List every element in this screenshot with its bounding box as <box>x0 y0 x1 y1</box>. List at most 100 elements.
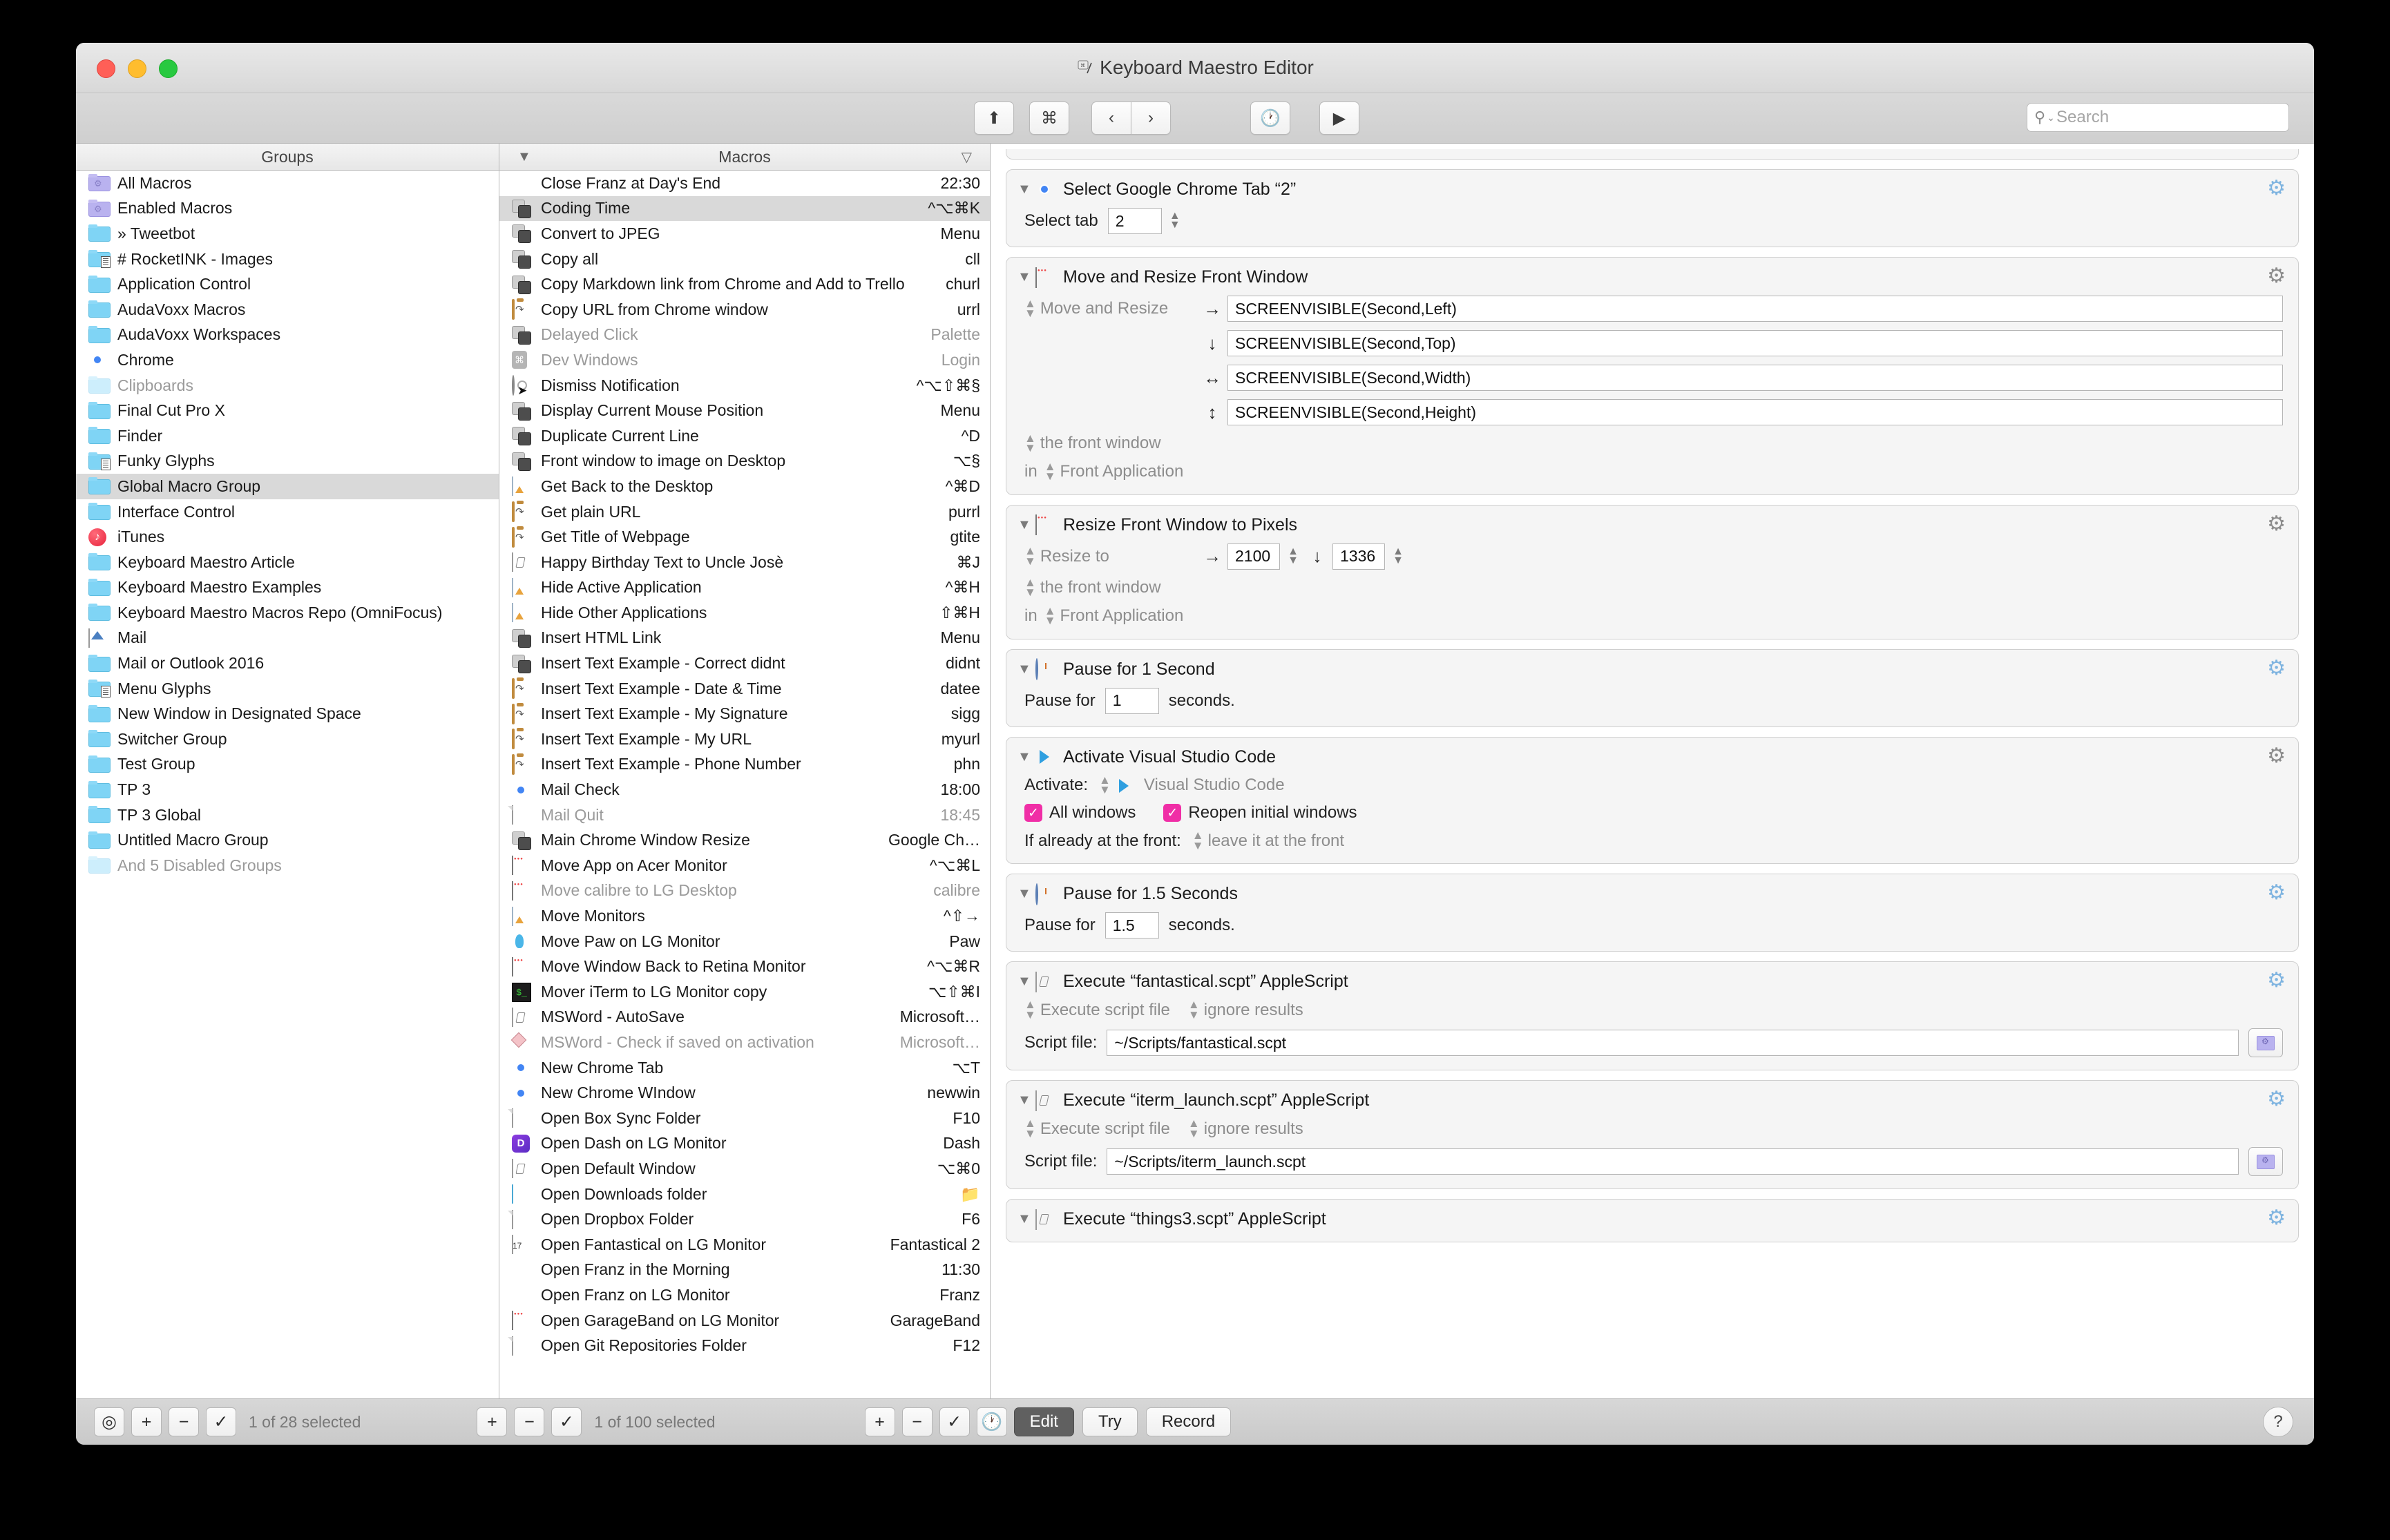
macro-list-item[interactable]: MSWord - Check if saved on activation Mic… <box>499 1030 990 1055</box>
toggle-group-button[interactable]: ✓ <box>206 1407 236 1436</box>
macro-list-item[interactable]: Move Monitors ^⇧→ <box>499 903 990 929</box>
back-icon[interactable]: ‹ <box>1091 102 1131 135</box>
macro-list-item[interactable]: Insert Text Example - My Signature sigg <box>499 701 990 726</box>
action-block[interactable]: ⚙ ▼ Execute “fantastical.scpt” AppleScript… <box>1006 961 2299 1071</box>
disclosure-triangle-icon[interactable]: ▼ <box>1017 886 1035 902</box>
groups-list[interactable]: ⚙ All Macros ⚙ Enabled Macros » Tweetbot # Ro… <box>76 171 499 1398</box>
filter-icon[interactable]: ▽ <box>962 148 972 166</box>
script-file-input[interactable]: ~/Scripts/iterm_launch.scpt <box>1107 1148 2239 1175</box>
resize-height-stepper[interactable]: ▲ ▼ <box>1389 543 1407 570</box>
macro-list-item[interactable]: Mail Check 18:00 <box>499 777 990 802</box>
sidebar-item-rocketink-images[interactable]: # RocketINK - Images <box>76 247 499 272</box>
macro-list-item[interactable]: ●●● Move Window Back to Retina Monitor ^⌥⌘… <box>499 954 990 979</box>
sidebar-item-itunes[interactable]: ♪ iTunes <box>76 524 499 550</box>
folder-browse-icon[interactable] <box>2248 1147 2283 1176</box>
select-tab-input[interactable]: 2 <box>1107 208 1162 234</box>
folder-browse-icon[interactable] <box>2248 1028 2283 1058</box>
if-front-popup[interactable]: ▲ ▼ leave it at the front <box>1192 829 1344 851</box>
width-input[interactable]: SCREENVISIBLE(Second,Width) <box>1227 365 2283 391</box>
try-button[interactable]: Try <box>1082 1407 1138 1436</box>
macro-list-item[interactable]: Main Chrome Window Resize Google Ch… <box>499 827 990 853</box>
macro-list-item[interactable]: Insert Text Example - Correct didnt didnt <box>499 651 990 676</box>
sidebar-item-keyboard-maestro-examples[interactable]: Keyboard Maestro Examples <box>76 575 499 601</box>
target-app-popup[interactable]: ▲ ▼ Front Application <box>1044 605 1184 626</box>
sidebar-item-application-control[interactable]: Application Control <box>76 271 499 297</box>
add-group-button[interactable]: + <box>131 1407 162 1436</box>
gear-icon[interactable]: ⚙ <box>2267 1089 2286 1110</box>
macro-list-item[interactable]: Copy all cll <box>499 247 990 272</box>
resize-popup[interactable]: ▲ ▼ Resize to <box>1024 545 1197 566</box>
disclosure-triangle-icon[interactable]: ▼ <box>1017 517 1035 533</box>
top-input[interactable]: SCREENVISIBLE(Second,Top) <box>1227 330 2283 356</box>
toggle-action-button[interactable]: ✓ <box>939 1407 970 1436</box>
sidebar-item-and-5-disabled-groups[interactable]: And 5 Disabled Groups <box>76 853 499 878</box>
macro-list-item[interactable]: Happy Birthday Text to Uncle Josè ⌘J <box>499 550 990 575</box>
pause-input[interactable]: 1 <box>1105 687 1159 714</box>
sidebar-item-global-macro-group[interactable]: Global Macro Group <box>76 474 499 499</box>
sidebar-item-test-group[interactable]: Test Group <box>76 752 499 778</box>
sidebar-item-audavoxx-workspaces[interactable]: AudaVoxx Workspaces <box>76 323 499 348</box>
macro-list-item[interactable]: Open Franz on LG Monitor Franz <box>499 1282 990 1308</box>
target-icon[interactable]: ◎ <box>94 1407 124 1436</box>
resize-height-input[interactable]: 1336 <box>1332 543 1385 570</box>
script-file-input[interactable]: ~/Scripts/fantastical.scpt <box>1107 1030 2239 1057</box>
pause-input[interactable]: 1.5 <box>1105 912 1159 939</box>
target-window-popup[interactable]: ▲ ▼ the front window <box>1024 432 1161 454</box>
sidebar-item-interface-control[interactable]: Interface Control <box>76 499 499 525</box>
add-action-button[interactable]: + <box>864 1407 895 1436</box>
macro-list-item[interactable]: Coding Time ^⌥⌘K <box>499 195 990 222</box>
macro-list-item[interactable]: ➤ Dismiss Notification ^⌥⇧⌘§ <box>499 373 990 398</box>
help-button[interactable]: ? <box>2263 1407 2293 1437</box>
sidebar-item-all-macros[interactable]: ⚙ All Macros <box>76 171 499 196</box>
gear-icon[interactable]: ⚙ <box>2267 883 2286 903</box>
sidebar-item-final-cut-pro-x[interactable]: Final Cut Pro X <box>76 398 499 423</box>
macro-list-item[interactable]: Copy URL from Chrome window urrl <box>499 297 990 323</box>
sidebar-item-tp-3-global[interactable]: TP 3 Global <box>76 802 499 828</box>
script-mode-popup[interactable]: ▲ ▼ Execute script file <box>1024 1117 1170 1139</box>
activate-app-popup[interactable]: ▲ ▼ Visual Studio Code <box>1099 774 1285 796</box>
macro-list-item[interactable]: Open Downloads folder 📁 <box>499 1182 990 1207</box>
sidebar-item-clipboards[interactable]: Clipboards <box>76 373 499 398</box>
macro-list-item[interactable]: Insert Text Example - My URL myurl <box>499 726 990 752</box>
play-icon[interactable]: ▶ <box>1319 102 1359 135</box>
sidebar-item-keyboard-maestro-article[interactable]: Keyboard Maestro Article <box>76 550 499 575</box>
action-block[interactable]: ⚙ ▼ Select Google Chrome Tab “2” Select tab… <box>1006 169 2299 247</box>
macro-list-item[interactable]: Open Box Sync Folder F10 <box>499 1106 990 1131</box>
disclosure-triangle-icon[interactable]: ▼ <box>1017 662 1035 677</box>
target-window-popup[interactable]: ▲ ▼ the front window <box>1024 577 1161 598</box>
macro-list-item[interactable]: Get Back to the Desktop ^⌘D <box>499 474 990 499</box>
macro-list-item[interactable]: Open Git Repositories Folder F12 <box>499 1333 990 1358</box>
macro-list-item[interactable]: Copy Markdown link from Chrome and Add t… <box>499 271 990 297</box>
share-icon[interactable]: ⬆ <box>974 102 1014 135</box>
sidebar-item-tp-3[interactable]: TP 3 <box>76 777 499 802</box>
script-results-popup[interactable]: ▲ ▼ ignore results <box>1188 999 1303 1020</box>
macro-list-item[interactable]: MSWord - AutoSave Microsoft… <box>499 1005 990 1030</box>
action-block[interactable]: ⚙ ▼ Activate Visual Studio Code Activate: ▲ ▼… <box>1006 736 2299 865</box>
gear-icon[interactable]: ⚙ <box>2267 970 2286 991</box>
macro-list-item[interactable]: Get Title of Webpage gtite <box>499 524 990 550</box>
resize-width-input[interactable]: 2100 <box>1227 543 1280 570</box>
macro-list-item[interactable]: Open Dropbox Folder F6 <box>499 1206 990 1232</box>
toggle-macro-button[interactable]: ✓ <box>551 1407 582 1436</box>
macro-list-item[interactable]: Move Paw on LG Monitor Paw <box>499 929 990 954</box>
remove-action-button[interactable]: − <box>901 1407 933 1436</box>
macro-list-item[interactable]: Front window to image on Desktop ⌥§ <box>499 449 990 474</box>
action-block[interactable]: ⚙ ▼ Pause for 1 Second Pause for 1 seconds. <box>1006 648 2299 727</box>
action-block[interactable]: ⚙ ▼ ●●● Resize Front Window to Pixels ▲ ▼ Resi… <box>1006 504 2299 639</box>
macro-list-item[interactable]: Open Default Window ⌥⌘0 <box>499 1156 990 1182</box>
sidebar-item-enabled-macros[interactable]: ⚙ Enabled Macros <box>76 196 499 222</box>
sidebar-item-untitled-macro-group[interactable]: Untitled Macro Group <box>76 827 499 853</box>
reopen-initial-windows-checkbox[interactable]: ✓ <box>1163 804 1182 822</box>
macro-list-item[interactable]: Delayed Click Palette <box>499 323 990 348</box>
macro-list-item[interactable]: Open Franz in the Morning 11:30 <box>499 1258 990 1283</box>
sidebar-item-mail-or-outlook-2016[interactable]: Mail or Outlook 2016 <box>76 651 499 676</box>
action-block[interactable]: ⚙ ▼ ●●● Move and Resize Front Window ▲ ▼ Move … <box>1006 257 2299 495</box>
gear-icon[interactable]: ⚙ <box>2267 178 2286 199</box>
disclosure-triangle-icon[interactable]: ▼ <box>1017 182 1035 198</box>
record-button[interactable]: Record <box>1145 1407 1232 1436</box>
macro-list-item[interactable]: Display Current Mouse Position Menu <box>499 398 990 423</box>
script-results-popup[interactable]: ▲ ▼ ignore results <box>1188 1117 1303 1139</box>
actions-pane[interactable]: ⚙ ▼ Select Google Chrome Tab “2” Select tab… <box>991 144 2314 1398</box>
sidebar-item-new-window-in-designated-space[interactable]: New Window in Designated Space <box>76 701 499 726</box>
all-windows-checkbox[interactable]: ✓ <box>1024 804 1042 822</box>
